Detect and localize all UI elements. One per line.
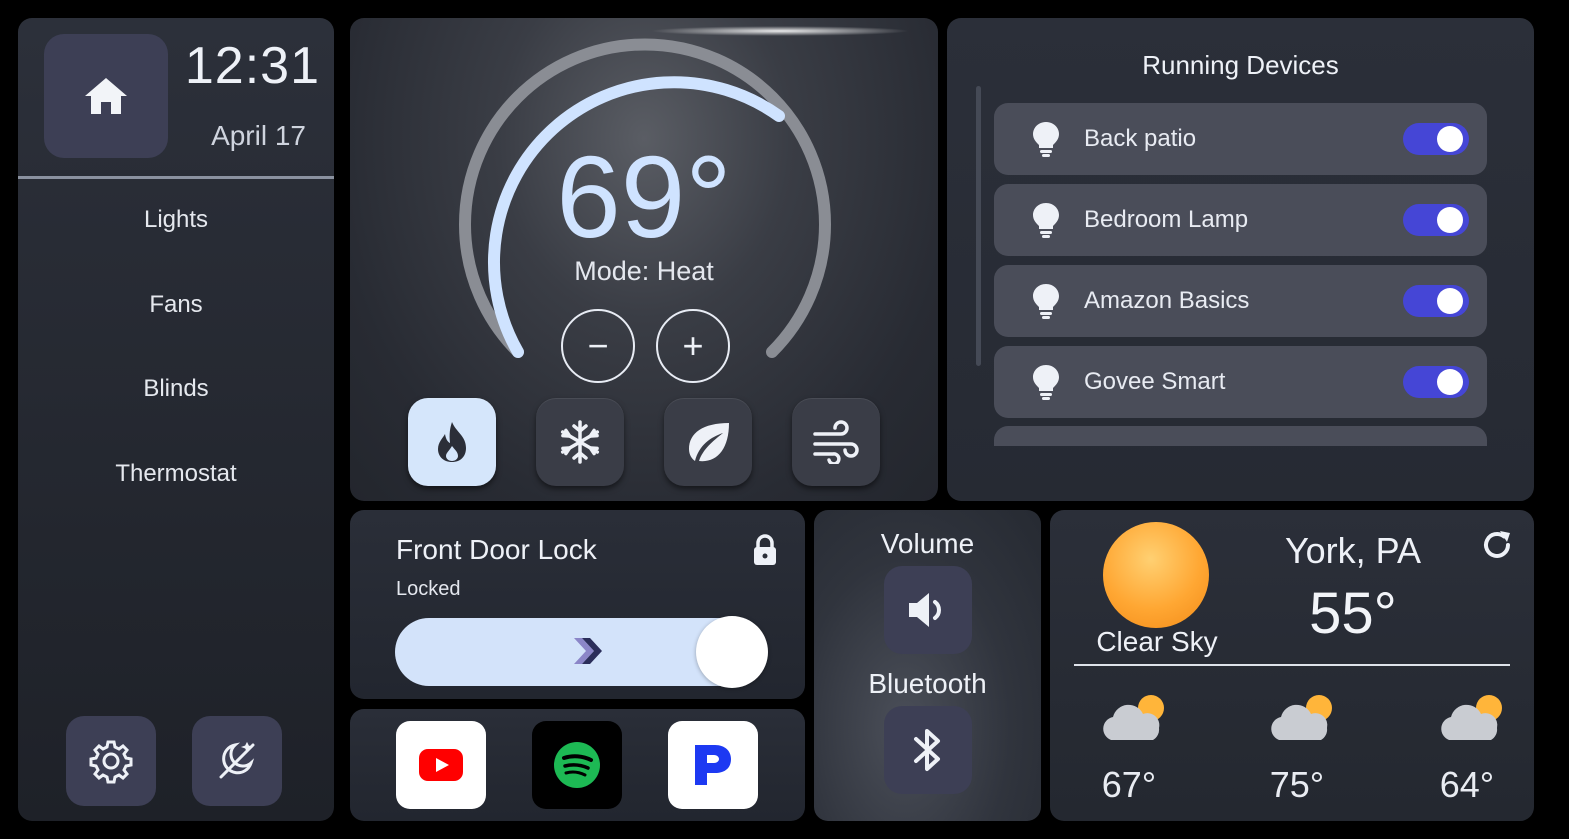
partly-cloudy-icon xyxy=(1270,695,1332,740)
device-label: Amazon Basics xyxy=(1084,287,1250,314)
mode-label: Mode: Heat xyxy=(574,256,714,286)
device-toggle[interactable] xyxy=(1403,366,1469,398)
youtube-app-button[interactable] xyxy=(396,721,486,809)
spotify-icon xyxy=(554,742,600,788)
bluetooth-button[interactable] xyxy=(884,706,972,794)
current-temperature: 55° xyxy=(1309,581,1397,646)
weather-condition: Clear Sky xyxy=(1096,626,1218,657)
temperature-value: 69° xyxy=(556,132,732,262)
decrease-temp-button[interactable]: − xyxy=(561,309,635,383)
thermostat-panel: 69° Mode: Heat − + xyxy=(350,18,938,501)
bluetooth-icon xyxy=(914,729,940,771)
mode-cool-button[interactable] xyxy=(536,398,624,486)
lock-slider-handle[interactable] xyxy=(696,616,768,688)
sidebar: 12:31 April 17 Lights Fans Blinds Thermo… xyxy=(18,18,334,821)
home-button[interactable] xyxy=(44,34,168,158)
lock-icon xyxy=(754,534,776,565)
devices-title: Running Devices xyxy=(1142,50,1339,80)
device-label: Bedroom Lamp xyxy=(1084,206,1249,233)
device-row[interactable]: Bedroom Lamp xyxy=(994,184,1487,256)
nav-item-blinds[interactable]: Blinds xyxy=(18,375,334,403)
mode-heat-button[interactable] xyxy=(408,398,496,486)
device-toggle[interactable] xyxy=(1403,123,1469,155)
nav-item-thermostat[interactable]: Thermostat xyxy=(18,460,334,488)
gear-icon xyxy=(89,740,133,784)
sidebar-divider xyxy=(18,176,334,179)
mode-fan-button[interactable] xyxy=(792,398,880,486)
pandora-app-button[interactable] xyxy=(668,721,758,809)
increase-temp-button[interactable]: + xyxy=(656,309,730,383)
nav-item-lights[interactable]: Lights xyxy=(18,206,334,234)
volume-label: Volume xyxy=(880,528,975,559)
weather-divider xyxy=(1074,664,1510,666)
snowflake-icon xyxy=(560,420,600,464)
device-toggle[interactable] xyxy=(1403,285,1469,317)
device-label: Back patio xyxy=(1084,125,1197,152)
device-label: Govee Smart xyxy=(1084,368,1226,395)
lightbulb-icon xyxy=(1033,122,1059,157)
mode-eco-button[interactable] xyxy=(664,398,752,486)
lock-title: Front Door Lock xyxy=(396,534,597,565)
settings-button[interactable] xyxy=(66,716,156,806)
partly-cloudy-icon xyxy=(1440,695,1502,740)
home-icon xyxy=(85,78,127,114)
forecast-item: 67° xyxy=(1074,690,1184,805)
pandora-icon xyxy=(695,745,731,785)
night-mode-button[interactable] xyxy=(192,716,282,806)
weather-city: York, PA xyxy=(1284,530,1422,571)
nav-item-fans[interactable]: Fans xyxy=(18,291,334,319)
lightbulb-icon xyxy=(1033,365,1059,400)
clock-time: 12:31 xyxy=(184,37,320,95)
apps-panel xyxy=(350,709,805,821)
night-mode-icon xyxy=(219,741,255,779)
flame-icon xyxy=(438,422,466,462)
devices-scrollbar[interactable] xyxy=(976,86,981,366)
device-row[interactable]: Govee Smart xyxy=(994,346,1487,418)
device-toggle[interactable] xyxy=(1403,204,1469,236)
spotify-app-button[interactable] xyxy=(532,721,622,809)
leaf-icon xyxy=(689,423,729,462)
device-row-partial[interactable] xyxy=(994,426,1487,446)
device-row[interactable]: Amazon Basics xyxy=(994,265,1487,337)
forecast-temp: 64° xyxy=(1439,764,1495,805)
forecast-item: 64° xyxy=(1412,690,1522,805)
volume-button[interactable] xyxy=(884,566,972,654)
lightbulb-icon xyxy=(1033,284,1059,319)
forecast-temp: 75° xyxy=(1269,764,1325,805)
lightbulb-icon xyxy=(1033,203,1059,238)
running-devices-panel: Running Devices Back patio Bedroom Lamp … xyxy=(947,18,1534,501)
chevron-right-icon xyxy=(574,638,602,664)
lock-status: Locked xyxy=(396,578,461,600)
clock-date: April 17 xyxy=(211,120,306,151)
media-panel: Volume Bluetooth xyxy=(814,510,1041,821)
forecast-temp: 67° xyxy=(1101,764,1157,805)
forecast-item: 75° xyxy=(1242,690,1352,805)
refresh-icon[interactable] xyxy=(1480,528,1514,562)
wind-icon xyxy=(813,420,859,464)
door-lock-panel: Front Door Lock Locked xyxy=(350,510,805,699)
weather-panel: Clear Sky York, PA 55° 67° 75° 64° xyxy=(1050,510,1534,821)
youtube-icon xyxy=(419,749,463,781)
bluetooth-label: Bluetooth xyxy=(868,668,987,699)
speaker-icon xyxy=(909,593,941,627)
sun-icon xyxy=(1103,522,1209,628)
device-row[interactable]: Back patio xyxy=(994,103,1487,175)
partly-cloudy-icon xyxy=(1102,695,1164,740)
